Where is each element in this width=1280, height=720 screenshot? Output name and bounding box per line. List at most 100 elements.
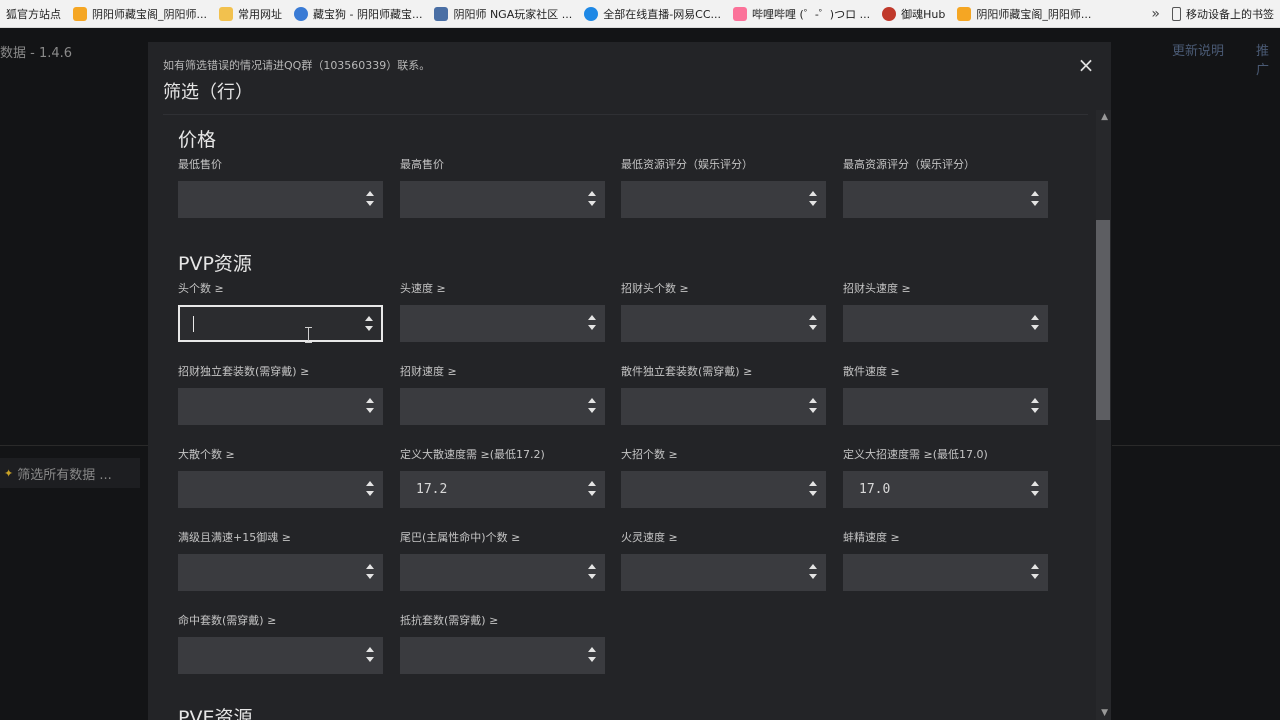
number-input[interactable] — [621, 388, 826, 425]
field-label: 满级且满速+15御魂 ≥ — [178, 531, 291, 544]
bookmark-label: 御魂Hub — [901, 7, 946, 21]
spinner-icon[interactable] — [588, 481, 596, 499]
scroll-up-icon[interactable]: ▲ — [1101, 112, 1108, 122]
field-max-score: 最高资源评分（娱乐评分） — [843, 157, 1048, 218]
dialog-body[interactable]: 价格 最低售价 最高售价 最低资源评分（娱乐评分） 最高资源评分（娱乐评分） P… — [163, 114, 1088, 720]
number-input[interactable] — [843, 554, 1048, 591]
bookmarks-overflow-icon[interactable]: » — [1145, 6, 1166, 22]
spinner-icon[interactable] — [1031, 398, 1039, 416]
spinner-icon[interactable] — [809, 481, 817, 499]
number-input[interactable] — [178, 471, 383, 508]
number-input[interactable] — [178, 637, 383, 674]
spinner-icon[interactable] — [809, 398, 817, 416]
number-input[interactable] — [178, 181, 383, 218]
field-label: 招财速度 ≥ — [400, 365, 457, 378]
spinner-icon[interactable] — [1031, 191, 1039, 209]
number-input[interactable] — [621, 305, 826, 342]
mobile-bookmarks[interactable]: 移动设备上的书签 — [1166, 0, 1280, 27]
bookmark-3[interactable]: 藏宝狗 - 阴阳师藏宝... — [288, 0, 428, 27]
number-input[interactable] — [621, 554, 826, 591]
folder-icon — [219, 6, 233, 21]
field-zhaocai-speed: 招财速度 ≥ — [400, 364, 605, 425]
filter-all-button[interactable]: ✦ 筛选所有数据 ... — [0, 458, 140, 488]
number-input[interactable] — [843, 181, 1048, 218]
number-input[interactable] — [621, 471, 826, 508]
spinner-icon[interactable] — [366, 191, 374, 209]
spinner-icon[interactable] — [366, 481, 374, 499]
field-label: 大散个数 ≥ — [178, 448, 235, 461]
number-input[interactable]: 17.0 — [843, 471, 1048, 508]
bookmark-label: 狐官方站点 — [6, 7, 61, 21]
field-label: 定义大招速度需 ≥(最低17.0) — [843, 448, 988, 461]
number-input[interactable] — [400, 554, 605, 591]
field-tail-count: 尾巴(主属性命中)个数 ≥ — [400, 530, 605, 591]
number-input[interactable]: 17.2 — [400, 471, 605, 508]
bookmark-favicon-icon — [294, 6, 308, 21]
bookmark-6[interactable]: 哔哩哔哩 (゜-゜)つロ ... — [727, 0, 876, 27]
input-value: 17.0 — [859, 482, 891, 497]
spinner-icon[interactable] — [588, 315, 596, 333]
bookmark-label: 哔哩哔哩 (゜-゜)つロ ... — [752, 7, 871, 21]
field-label: 招财头个数 ≥ — [621, 282, 689, 295]
spinner-icon[interactable] — [365, 316, 373, 334]
field-label: 抵抗套数(需穿戴) ≥ — [400, 614, 499, 627]
number-input[interactable] — [178, 554, 383, 591]
field-loose-sets: 散件独立套装数(需穿戴) ≥ — [621, 364, 826, 425]
number-input[interactable] — [843, 388, 1048, 425]
field-hit-sets: 命中套数(需穿戴) ≥ — [178, 613, 383, 674]
nav-update-notes[interactable]: 更新说明 — [1172, 40, 1224, 59]
close-icon[interactable]: × — [1075, 54, 1097, 76]
spinner-icon[interactable] — [366, 647, 374, 665]
number-input[interactable] — [400, 181, 605, 218]
number-input[interactable] — [621, 181, 826, 218]
bookmark-1[interactable]: 阴阳师藏宝阁_阴阳师... — [67, 0, 213, 27]
spinner-icon[interactable] — [366, 564, 374, 582]
number-input[interactable] — [178, 305, 383, 343]
field-clam-speed: 蚌精速度 ≥ — [843, 530, 1048, 591]
field-label: 头速度 ≥ — [400, 282, 446, 295]
spinner-icon[interactable] — [588, 191, 596, 209]
spinner-icon[interactable] — [1031, 315, 1039, 333]
field-label: 命中套数(需穿戴) ≥ — [178, 614, 277, 627]
bookmark-8[interactable]: 阴阳师藏宝阁_阴阳师... — [951, 0, 1097, 27]
field-max-level-speed: 满级且满速+15御魂 ≥ — [178, 530, 383, 591]
field-label: 最低资源评分（娱乐评分） — [621, 158, 753, 171]
scroll-down-icon[interactable]: ▼ — [1101, 708, 1108, 718]
scrollbar-thumb[interactable] — [1096, 220, 1110, 420]
spinner-icon[interactable] — [1031, 481, 1039, 499]
field-resist-sets: 抵抗套数(需穿戴) ≥ — [400, 613, 605, 674]
spinner-icon[interactable] — [809, 315, 817, 333]
spinner-icon[interactable] — [588, 647, 596, 665]
bookmark-folder-common[interactable]: 常用网址 — [213, 0, 288, 27]
field-zhaocai-sets: 招财独立套装数(需穿戴) ≥ — [178, 364, 383, 425]
number-input[interactable] — [400, 388, 605, 425]
number-input[interactable] — [178, 388, 383, 425]
field-big-loose-count: 大散个数 ≥ — [178, 447, 383, 508]
nav-promo[interactable]: 推广 — [1256, 40, 1280, 78]
section-title-pvp: PVP资源 — [178, 253, 252, 275]
section-title-pve: PVE资源 — [178, 707, 253, 720]
bookmark-5[interactable]: 全部在线直播-网易CC... — [578, 0, 727, 27]
number-input[interactable] — [400, 305, 605, 342]
mobile-device-icon — [1172, 6, 1181, 21]
text-cursor-icon — [305, 327, 313, 343]
bookmark-4[interactable]: 阴阳师 NGA玩家社区 ... — [428, 0, 578, 27]
input-value: 17.2 — [416, 482, 448, 497]
number-input[interactable] — [400, 637, 605, 674]
divider — [1112, 445, 1280, 446]
field-label: 散件独立套装数(需穿戴) ≥ — [621, 365, 753, 378]
field-zhaocai-head-count: 招财头个数 ≥ — [621, 281, 826, 342]
divider — [0, 445, 148, 446]
spinner-icon[interactable] — [809, 191, 817, 209]
spinner-icon[interactable] — [588, 564, 596, 582]
bookmark-7[interactable]: 御魂Hub — [876, 0, 951, 27]
spinner-icon[interactable] — [588, 398, 596, 416]
number-input[interactable] — [843, 305, 1048, 342]
spinner-icon[interactable] — [1031, 564, 1039, 582]
bookmark-0[interactable]: 狐官方站点 — [0, 0, 67, 27]
field-label: 火灵速度 ≥ — [621, 531, 678, 544]
spinner-icon[interactable] — [366, 398, 374, 416]
bookmark-favicon-icon — [73, 6, 87, 21]
spinner-icon[interactable] — [809, 564, 817, 582]
field-loose-speed: 散件速度 ≥ — [843, 364, 1048, 425]
